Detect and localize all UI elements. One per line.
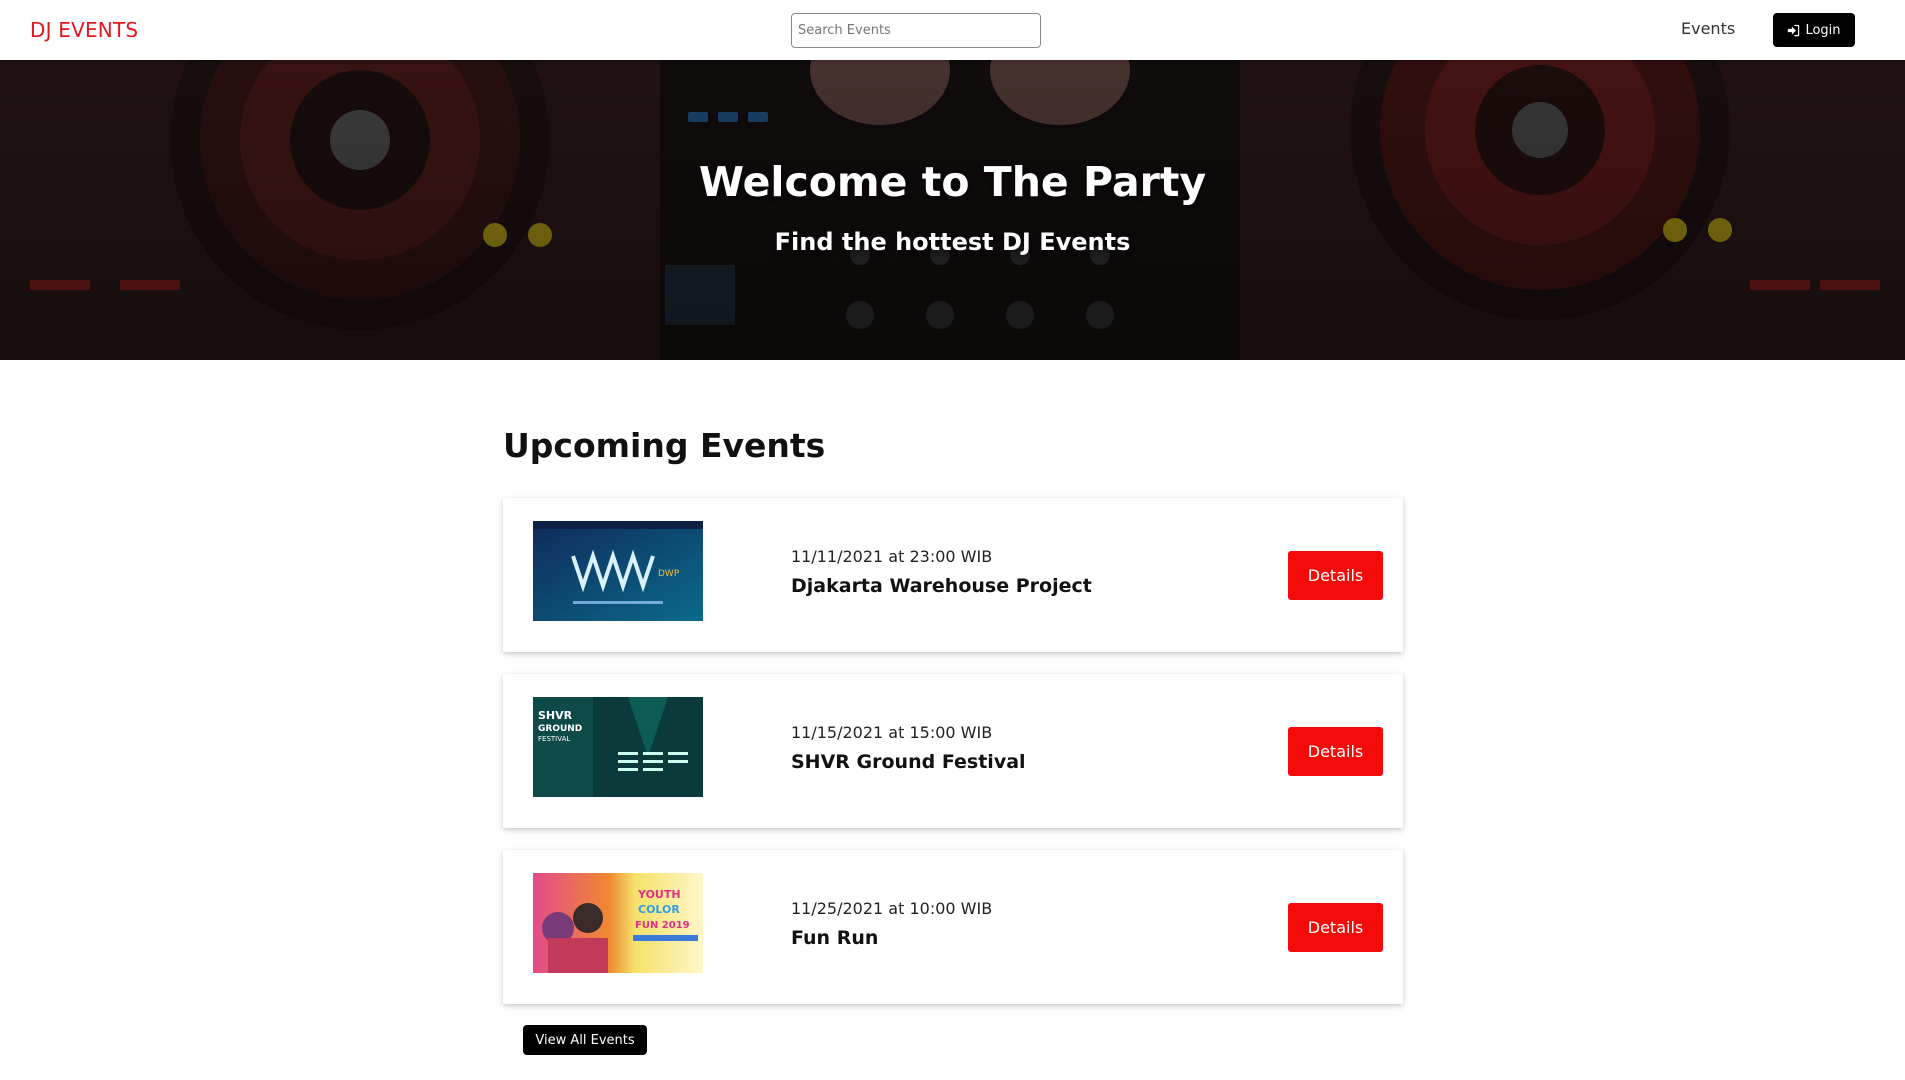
login-button[interactable]: Login [1773,13,1855,47]
svg-text:FUN 2019: FUN 2019 [635,920,690,931]
event-title: Djakarta Warehouse Project [791,575,1092,597]
dj-mixer-background-image [0,60,1905,360]
login-label: Login [1805,22,1841,38]
svg-text:YOUTH: YOUTH [637,888,681,901]
hero-subtitle: Find the hottest DJ Events [774,228,1131,256]
search-input[interactable] [791,13,1041,48]
event-title: Fun Run [791,927,879,949]
nav-link-events[interactable]: Events [1681,19,1735,38]
event-title: SHVR Ground Festival [791,751,1026,773]
dwp-poster-image: DWP [533,521,703,621]
event-card: SHVR GROUND FESTIVAL 11/15/2021 at 15:00… [503,674,1403,828]
svg-text:SHVR: SHVR [538,709,573,722]
event-date: 11/25/2021 at 10:00 WIB [791,899,993,918]
details-button[interactable]: Details [1288,727,1383,776]
event-thumbnail[interactable]: YOUTH COLOR FUN 2019 [533,873,703,973]
hero-banner: Welcome to The Party Find the hottest DJ… [0,60,1905,360]
view-all-events-button[interactable]: View All Events [523,1025,647,1055]
sign-in-icon [1788,24,1800,36]
event-card: DWP 11/11/2021 at 23:00 WIB Djakarta War… [503,498,1403,652]
top-navbar: DJ EVENTS Events Login [0,0,1905,60]
svg-text:FESTIVAL: FESTIVAL [538,735,570,743]
fun-run-poster-image: YOUTH COLOR FUN 2019 [533,873,703,973]
upcoming-events-heading: Upcoming Events [503,426,826,465]
event-card: YOUTH COLOR FUN 2019 11/25/2021 at 10:00… [503,850,1403,1004]
event-thumbnail[interactable]: DWP [533,521,703,621]
details-button[interactable]: Details [1288,903,1383,952]
hero-title: Welcome to The Party [698,158,1207,206]
svg-text:DWP: DWP [658,569,680,579]
details-button[interactable]: Details [1288,551,1383,600]
site-logo[interactable]: DJ EVENTS [30,18,138,42]
svg-text:GROUND: GROUND [538,724,582,734]
event-thumbnail[interactable]: SHVR GROUND FESTIVAL [533,697,703,797]
shvr-poster-image: SHVR GROUND FESTIVAL [533,697,703,797]
event-date: 11/15/2021 at 15:00 WIB [791,723,993,742]
svg-text:COLOR: COLOR [638,903,680,916]
event-date: 11/11/2021 at 23:00 WIB [791,547,993,566]
